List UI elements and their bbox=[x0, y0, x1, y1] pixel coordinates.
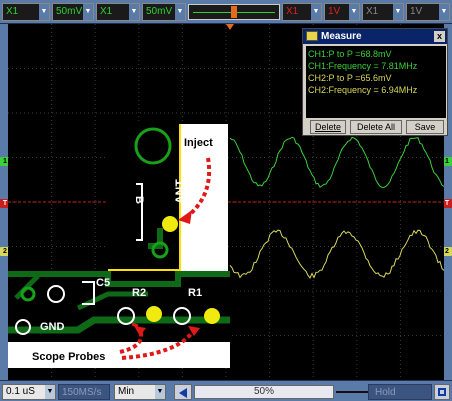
ch1-waveform bbox=[229, 136, 444, 188]
fullscreen-icon[interactable] bbox=[434, 384, 450, 400]
ch4-volts-select[interactable]: 1V ▼ bbox=[406, 3, 450, 21]
measurement-item[interactable]: CH1:P to P =68.8mV bbox=[308, 48, 444, 60]
trigger-position-slider[interactable] bbox=[188, 4, 280, 20]
r2-probe-point bbox=[146, 306, 162, 322]
delete-button[interactable]: Delete bbox=[310, 120, 346, 134]
close-icon[interactable]: x bbox=[434, 31, 445, 42]
measure-window: Measure x CH1:P to P =68.8mV CH1:Frequen… bbox=[302, 28, 448, 136]
sample-rate-display: 150MS/s bbox=[58, 384, 110, 400]
chevron-down-icon: ▼ bbox=[83, 4, 93, 20]
chevron-down-icon: ▼ bbox=[439, 4, 449, 20]
gnd-label: GND bbox=[40, 321, 65, 333]
ch2-volts-select[interactable]: 50mV ▼ bbox=[142, 3, 186, 21]
chevron-down-icon: ▼ bbox=[349, 4, 359, 20]
bottom-toolbar: 0.1 uS ▼ 150MS/s Min ▼ 50% Hold bbox=[0, 380, 452, 401]
zoom-slider[interactable]: 50% bbox=[194, 385, 334, 399]
r2-label: R2 bbox=[132, 287, 146, 299]
ch1-volts-select[interactable]: 50mV ▼ bbox=[52, 3, 94, 21]
chevron-down-icon: ▼ bbox=[39, 4, 49, 20]
chevron-down-icon: ▼ bbox=[393, 4, 403, 20]
save-button[interactable]: Save bbox=[406, 120, 444, 134]
r2-pointer bbox=[131, 322, 139, 328]
measurement-list[interactable]: CH1:P to P =68.8mV CH1:Frequency = 7.81M… bbox=[306, 46, 446, 118]
timebase-select[interactable]: 0.1 uS ▼ bbox=[2, 384, 56, 400]
measure-button-row: Delete Delete All Save bbox=[306, 120, 446, 135]
ch3-probe-select[interactable]: X1 ▼ bbox=[282, 3, 322, 21]
measure-titlebar[interactable]: Measure x bbox=[303, 29, 447, 44]
measurement-item[interactable]: CH2:P to P =65.6mV bbox=[308, 72, 444, 84]
measurement-item[interactable]: CH2:Frequency = 6.94MHz bbox=[308, 84, 444, 96]
hold-button[interactable]: Hold bbox=[368, 384, 432, 400]
arrow-left-icon bbox=[179, 388, 187, 398]
r1-probe-point bbox=[204, 308, 220, 324]
top-toolbar: X1 ▼ 50mV ▼ X1 ▼ 50mV ▼ X1 ▼ 1V ▼ X1 ▼ 1V ▼ bbox=[0, 0, 452, 24]
inject-label: Inject bbox=[184, 137, 213, 149]
trigger-position-arrow-icon bbox=[226, 24, 234, 30]
chevron-down-icon: ▼ bbox=[155, 385, 165, 399]
pcb-edge-label: B bbox=[133, 196, 145, 204]
left-marker-rail: 1 T 2 bbox=[0, 24, 10, 380]
ch4-probe-select[interactable]: X1 ▼ bbox=[362, 3, 404, 21]
pcb-inset-image: B ANT Inject C5 R2 R1 GND Scope Probes bbox=[8, 124, 230, 368]
scroll-left-button[interactable] bbox=[174, 384, 192, 400]
hold-slider-track bbox=[336, 391, 368, 393]
ch1-coupling-select[interactable]: X1 ▼ bbox=[2, 3, 50, 21]
hold-toggle-slider[interactable] bbox=[336, 384, 368, 400]
ant-inject-point bbox=[162, 216, 178, 232]
measure-window-icon bbox=[306, 31, 318, 41]
ch2-waveform bbox=[229, 229, 444, 279]
ch3-volts-select[interactable]: 1V ▼ bbox=[324, 3, 360, 21]
scope-probes-label: Scope Probes bbox=[32, 351, 105, 363]
c5-label: C5 bbox=[96, 277, 110, 289]
chevron-down-icon: ▼ bbox=[175, 4, 185, 20]
ch1-probe-select[interactable]: X1 ▼ bbox=[96, 3, 140, 21]
trigger-handle[interactable] bbox=[231, 6, 237, 18]
measurement-item[interactable]: CH1:Frequency = 7.81MHz bbox=[308, 60, 444, 72]
r1-label: R1 bbox=[188, 287, 202, 299]
chevron-down-icon: ▼ bbox=[45, 385, 55, 399]
delete-all-button[interactable]: Delete All bbox=[350, 120, 402, 134]
acquisition-mode-select[interactable]: Min ▼ bbox=[114, 384, 166, 400]
ant-label: ANT bbox=[173, 179, 187, 204]
chevron-down-icon: ▼ bbox=[129, 4, 139, 20]
chevron-down-icon: ▼ bbox=[311, 4, 321, 20]
